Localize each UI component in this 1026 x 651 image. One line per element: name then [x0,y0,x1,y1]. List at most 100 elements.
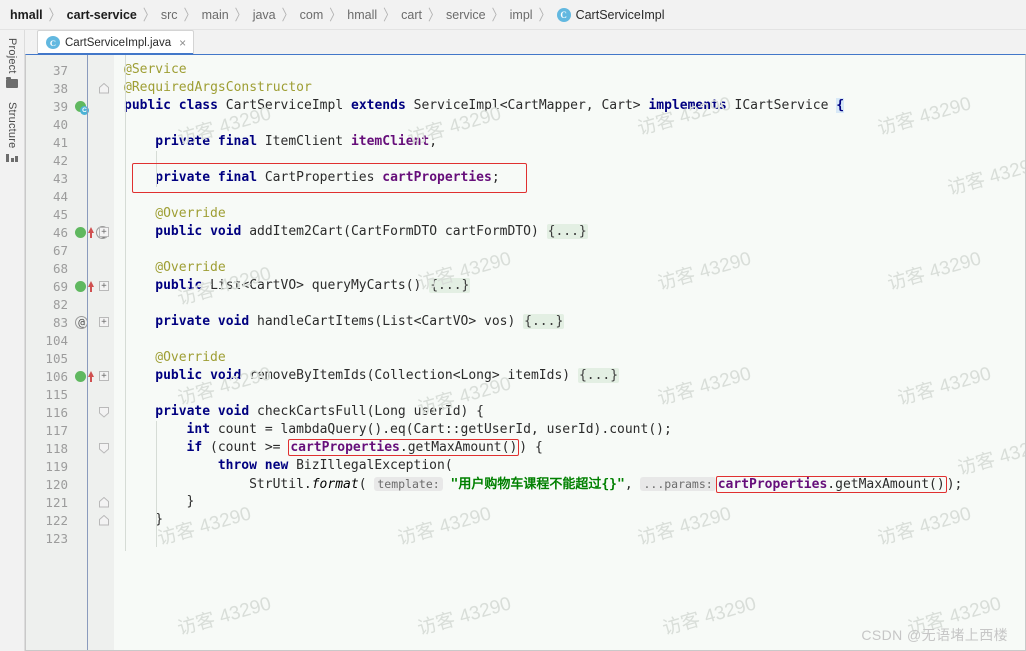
tile-watermark: 访客 43290 [955,433,1025,480]
line-number[interactable]: 38 [26,81,72,96]
override-arrow-icon[interactable] [88,371,94,382]
line-number[interactable]: 43 [26,171,72,186]
code-editor[interactable]: 37383940414243444546@+676869+8283@+10410… [25,54,1026,651]
fold-expand-icon[interactable]: + [99,227,109,237]
fold-collapse-icon[interactable] [99,407,109,418]
line-number[interactable]: 83 [26,315,72,330]
code-token: cartProperties [717,477,828,492]
line-number[interactable]: 42 [26,153,72,168]
collapsed-body[interactable]: {...} [546,224,588,239]
code-token: int [186,422,218,437]
code-token: implements [648,98,735,113]
line-number[interactable]: 82 [26,297,72,312]
breadcrumb-item-src[interactable]: src [161,8,178,22]
code-token: ); [946,477,963,492]
tile-watermark: 访客 43290 [875,93,974,140]
code-content[interactable]: @Service @RequiredArgsConstructor public c… [114,55,1025,650]
line-number[interactable]: 46 [26,225,72,240]
editor-tab-bar: C CartServiceImpl.java × [25,30,1026,55]
code-token: private [155,170,218,185]
code-token: private [155,404,218,419]
breadcrumb-item-hmall[interactable]: hmall [10,8,43,22]
code-line: @RequiredArgsConstructor [124,79,312,97]
breadcrumb-item-cart[interactable]: cart [401,8,422,22]
line-number[interactable]: 119 [26,459,72,474]
gutter-row: 123 [26,529,114,547]
tile-watermark: 访客 43290 [415,593,514,640]
gutter-row: 119 [26,457,114,475]
spring-bean-icon[interactable] [75,280,86,292]
fold-region-end-icon[interactable] [99,515,109,526]
collapsed-body[interactable]: {...} [577,368,620,383]
fold-expand-icon[interactable]: + [99,371,109,381]
breadcrumb-separator: 〉 [329,6,342,24]
breadcrumb-item-service[interactable]: service [446,8,486,22]
line-number[interactable]: 118 [26,441,72,456]
code-token: void [217,314,258,329]
fold-region-end-icon[interactable] [99,83,109,94]
editor-column: C CartServiceImpl.java × 37 38 39 40 41 42 43 4… [25,30,1026,651]
tile-watermark: 访客 43290 [895,363,994,410]
fold-expand-icon[interactable]: + [99,317,109,327]
line-number[interactable]: 117 [26,423,72,438]
line-number[interactable]: 40 [26,117,72,132]
code-token: , [624,477,641,492]
line-number[interactable]: 37 [26,63,72,78]
line-number[interactable]: 105 [26,351,72,366]
line-number[interactable]: 45 [26,207,72,222]
spring-bean-icon[interactable] [75,370,86,382]
breadcrumb-item-cart-service[interactable]: cart-service [67,8,137,22]
line-number[interactable]: 123 [26,531,72,546]
class-icon: C [556,7,571,22]
line-number[interactable]: 121 [26,495,72,510]
red-highlight-box: cartProperties.getMaxAmount() [288,439,520,456]
line-number[interactable]: 69 [26,279,72,294]
code-line: @Service [124,61,187,79]
breadcrumb-separator: 〉 [383,6,396,24]
fold-region-end-icon[interactable] [99,497,109,508]
tile-watermark: 访客 43290 [875,503,974,550]
breadcrumb-item-current-class[interactable]: CartServiceImpl [576,8,665,22]
fold-collapse-icon[interactable] [99,443,109,454]
code-token: checkCartsFull(Long userId) { [257,404,485,419]
line-number[interactable]: 115 [26,387,72,402]
breadcrumb-item-com[interactable]: com [300,8,324,22]
code-token: .getMaxAmount() [827,477,945,492]
breadcrumb-item-hmall-pkg[interactable]: hmall [347,8,377,22]
line-number[interactable]: 44 [26,189,72,204]
override-arrow-icon[interactable] [88,227,94,238]
gutter-row: 120 [26,475,114,493]
tile-watermark: 访客 43290 [655,363,754,410]
breadcrumb-item-java[interactable]: java [253,8,276,22]
close-icon[interactable]: × [179,37,186,49]
line-number[interactable]: 41 [26,135,72,150]
sidebar-item-structure[interactable]: Structure [6,102,18,163]
line-number-gutter[interactable]: 37383940414243444546@+676869+8283@+10410… [26,55,114,650]
line-number[interactable]: 39 [26,99,72,114]
line-number[interactable]: 67 [26,243,72,258]
breadcrumb-item-impl[interactable]: impl [510,8,533,22]
collapsed-body[interactable]: {...} [429,278,471,293]
override-arrow-icon[interactable] [88,281,94,292]
annotation-marker-icon[interactable]: @ [75,315,88,329]
code-line: throw new BizIllegalException( [218,457,453,475]
tab-cartserviceimpl-java[interactable]: C CartServiceImpl.java × [37,30,195,55]
code-line: @Override [155,259,225,277]
code-token: new [264,458,297,473]
collapsed-body[interactable]: {...} [523,314,565,329]
spring-bean-icon[interactable] [75,100,89,115]
gutter-row: 115 [26,385,114,403]
breadcrumb-item-main[interactable]: main [202,8,229,22]
line-number[interactable]: 104 [26,333,72,348]
line-number[interactable]: 122 [26,513,72,528]
line-number[interactable]: 68 [26,261,72,276]
line-number[interactable]: 106 [26,369,72,384]
line-number[interactable]: 120 [26,477,72,492]
code-token: class [178,98,226,113]
spring-bean-icon[interactable] [75,226,86,238]
fold-expand-icon[interactable]: + [99,281,109,291]
line-number[interactable]: 116 [26,405,72,420]
sidebar-item-project[interactable]: Project [6,38,18,88]
gutter-row: 44 [26,187,114,205]
